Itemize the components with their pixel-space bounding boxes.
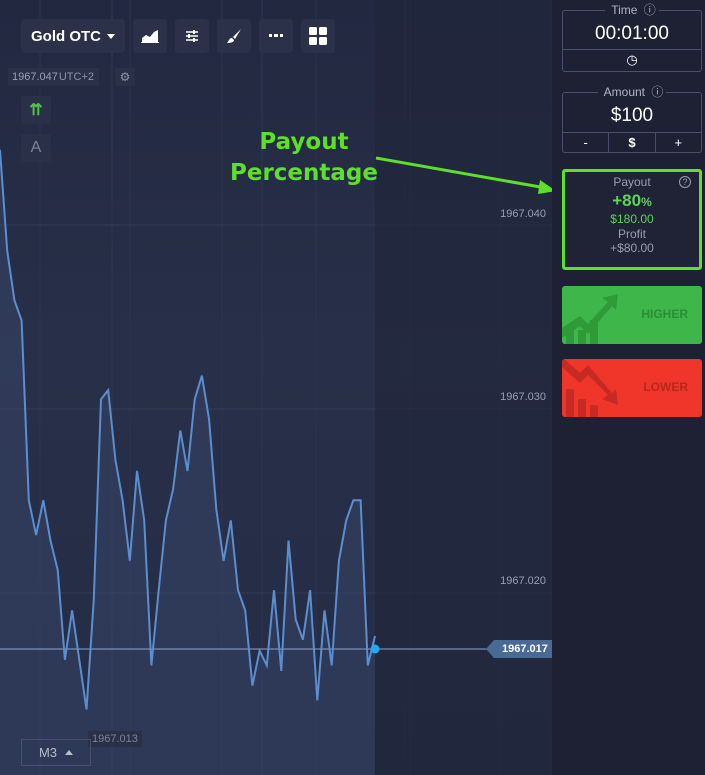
clock-icon[interactable]: ◷ bbox=[563, 50, 701, 71]
chart-toolbar: Gold OTC bbox=[21, 19, 335, 53]
trade-panel: Time ⓘ 00:01:00 ◷ Amount ⓘ $100 - $ + Payo… bbox=[552, 0, 705, 775]
payout-box: Payout ? +80% $180.00 Profit +$80.00 bbox=[562, 169, 702, 270]
price-chart bbox=[0, 0, 552, 775]
price-tick: 1967.020 bbox=[500, 575, 546, 587]
profit-value: +$80.00 bbox=[610, 241, 654, 255]
asset-selector[interactable]: Gold OTC bbox=[21, 19, 125, 53]
grid-icon bbox=[309, 27, 327, 45]
chevron-down-icon bbox=[107, 33, 115, 39]
payout-amount: $180.00 bbox=[610, 212, 654, 226]
timeframe-value: M3 bbox=[38, 745, 58, 760]
timezone-label: UTC+2 1967.047 bbox=[8, 68, 99, 86]
profit-label: Profit bbox=[617, 227, 646, 241]
higher-label: HIGHER bbox=[641, 307, 688, 321]
amount-field[interactable]: Amount ⓘ $100 - $ + bbox=[562, 85, 702, 153]
decrease-amount-button[interactable]: - bbox=[563, 133, 608, 152]
sliders-icon bbox=[186, 30, 198, 42]
help-icon[interactable]: ⓘ bbox=[643, 3, 656, 17]
asset-name: Gold OTC bbox=[31, 27, 101, 45]
time-field[interactable]: Time ⓘ 00:01:00 ◷ bbox=[562, 3, 702, 72]
lower-label: LOWER bbox=[643, 380, 688, 394]
min-price-label: 1967.013 bbox=[88, 731, 142, 747]
price-tick: 1967.030 bbox=[500, 391, 546, 403]
percent-unit: % bbox=[641, 195, 652, 209]
current-price-dot bbox=[370, 644, 380, 654]
time-label: Time bbox=[608, 3, 641, 17]
payout-annotation: Payout Percentage bbox=[230, 127, 378, 189]
higher-button[interactable]: HIGHER bbox=[562, 286, 702, 344]
price-tick: 1967.040 bbox=[500, 208, 546, 220]
brush-icon bbox=[227, 29, 241, 43]
autoscale-button[interactable]: A bbox=[21, 134, 51, 162]
annotation-arrow-icon bbox=[375, 156, 556, 194]
trend-up-icon bbox=[562, 294, 618, 344]
chart-type-button[interactable] bbox=[133, 19, 167, 53]
timezone-text: UTC+2 bbox=[58, 71, 94, 83]
amount-label: Amount bbox=[600, 85, 648, 99]
timeframe-selector[interactable]: M3 bbox=[21, 739, 91, 766]
layout-button[interactable] bbox=[301, 19, 335, 53]
annotation-line-1: Payout bbox=[259, 129, 349, 155]
increase-amount-button[interactable]: + bbox=[654, 133, 701, 152]
drawing-button[interactable] bbox=[217, 19, 251, 53]
annotation-line-2: Percentage bbox=[230, 160, 378, 186]
chart-area[interactable]: Gold OTC UTC+2 1967.047 ⚙ ⇈ A 1967.040 19… bbox=[0, 0, 552, 775]
currency-button[interactable]: $ bbox=[608, 133, 654, 152]
help-icon[interactable]: ⓘ bbox=[651, 85, 664, 99]
lower-button[interactable]: LOWER bbox=[562, 359, 702, 417]
indicators-button[interactable] bbox=[175, 19, 209, 53]
trend-down-icon bbox=[562, 359, 618, 417]
payout-percent-value: +80 bbox=[612, 191, 642, 210]
chevron-up-icon bbox=[65, 750, 74, 755]
payout-percent: +80% bbox=[565, 191, 699, 211]
line-icon bbox=[269, 34, 283, 37]
line-button[interactable] bbox=[259, 19, 293, 53]
current-price-label: 1967.017 bbox=[486, 640, 552, 658]
area-chart-icon bbox=[141, 30, 159, 43]
signals-button[interactable]: ⇈ bbox=[21, 96, 51, 124]
gear-icon[interactable]: ⚙ bbox=[115, 68, 135, 86]
help-icon[interactable]: ? bbox=[679, 176, 691, 188]
future-zone bbox=[375, 0, 552, 775]
top-price-label: 1967.047 bbox=[12, 71, 58, 83]
